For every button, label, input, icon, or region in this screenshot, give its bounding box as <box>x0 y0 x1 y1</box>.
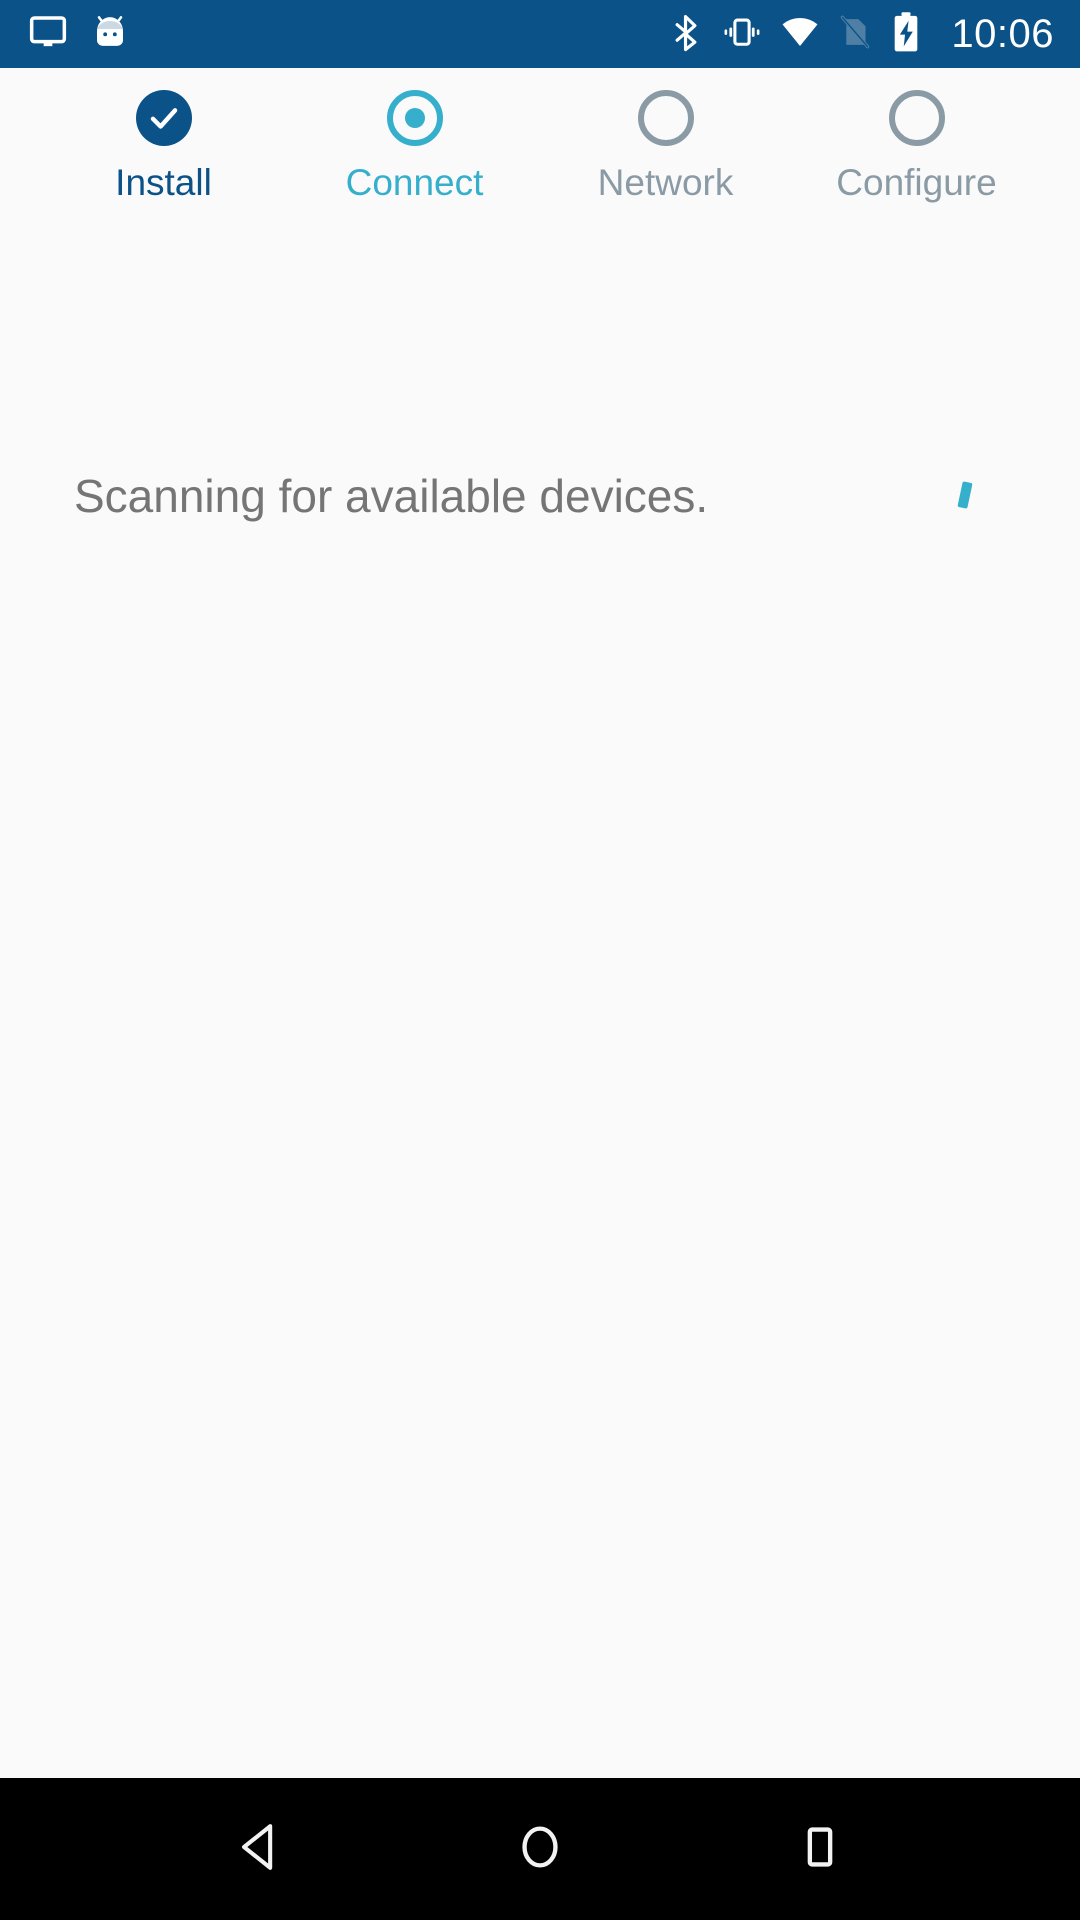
setup-stepper: Install Connect Network Configure <box>0 68 1080 238</box>
no-sim-card-icon <box>837 12 873 57</box>
android-navigation-bar <box>0 1778 1080 1920</box>
stepper-step-label-network: Network <box>597 162 734 203</box>
status-bar-clock: 10:06 <box>951 11 1054 56</box>
android-robot-head-icon <box>90 12 130 57</box>
stepper-step-label-configure: Configure <box>836 162 997 203</box>
stepper-step-label-connect: Connect <box>345 162 484 203</box>
spinner-tick <box>957 481 973 509</box>
vibrate-mode-icon <box>721 12 763 57</box>
triangle-left-icon <box>231 1818 289 1881</box>
check-icon <box>135 90 192 146</box>
main-content: Scanning for available devices. <box>0 238 1080 1778</box>
stepper-step-configure[interactable]: Configure <box>791 90 1042 204</box>
battery-charging-icon <box>889 11 923 58</box>
status-bar: 10:06 <box>0 0 1080 68</box>
scanning-status-row: Scanning for available devices. <box>0 466 1080 526</box>
app-screen: 10:06 Install Connect Network Configure … <box>0 0 1080 1920</box>
back-button[interactable] <box>200 1789 320 1909</box>
stepper-step-network[interactable]: Network <box>540 90 791 204</box>
square-icon <box>791 1818 849 1881</box>
radio-empty-icon <box>888 90 945 146</box>
scanning-status-text: Scanning for available devices. <box>74 470 709 522</box>
status-bar-left-icons <box>28 12 130 57</box>
recents-button[interactable] <box>760 1789 880 1909</box>
radio-empty-icon <box>637 90 694 146</box>
wifi-signal-icon <box>779 12 821 57</box>
home-button[interactable] <box>480 1789 600 1909</box>
cast-screen-icon <box>28 12 68 57</box>
stepper-step-label-install: Install <box>115 162 212 203</box>
stepper-step-install[interactable]: Install <box>38 90 289 204</box>
circle-icon <box>511 1818 569 1881</box>
indeterminate-progress-spinner <box>946 466 1006 526</box>
status-bar-right-icons: 10:06 <box>667 11 1054 58</box>
bluetooth-icon <box>667 12 705 57</box>
radio-inner-dot <box>404 108 425 128</box>
stepper-steps-row: Install Connect Network Configure <box>0 90 1080 204</box>
stepper-step-connect[interactable]: Connect <box>289 90 540 204</box>
radio-selected-icon <box>386 90 443 146</box>
